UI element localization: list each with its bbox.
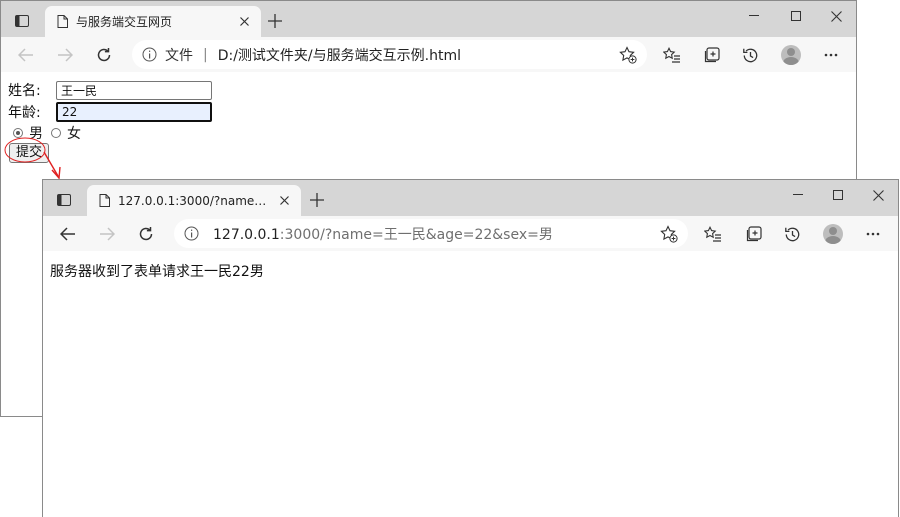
back-button[interactable] <box>54 220 82 248</box>
tab-close-button[interactable] <box>275 192 293 210</box>
tab-strip: 与服务端交互网页 <box>1 1 856 37</box>
minimize-button[interactable] <box>777 180 819 210</box>
front-browser-window: 127.0.0.1:3000/?name=王一民&age=22&sex=男 <box>42 179 899 517</box>
arrow-left-icon <box>60 227 75 241</box>
collections-button[interactable] <box>739 220 767 248</box>
star-add-icon <box>619 46 637 64</box>
favorites-button[interactable] <box>699 220 727 248</box>
age-label: 年龄: <box>8 105 41 121</box>
name-input[interactable] <box>56 80 212 100</box>
close-icon <box>279 196 289 205</box>
page-content: 服务器收到了表单请求王一民22男 <box>43 251 898 517</box>
file-label: 文件 <box>165 47 193 64</box>
close-window-button[interactable] <box>857 180 898 210</box>
radio-female[interactable] <box>51 128 61 138</box>
info-icon <box>184 226 199 241</box>
tab-actions-button[interactable] <box>49 186 79 214</box>
history-icon <box>784 227 799 241</box>
name-label: 姓名: <box>8 83 41 99</box>
tab-title: 127.0.0.1:3000/?name=王一民&age=22&sex=男 <box>118 194 275 208</box>
name-row: 姓名: <box>8 80 212 100</box>
more-icon <box>824 53 838 57</box>
favorites-icon <box>663 47 680 63</box>
add-favorite-button[interactable] <box>658 223 680 245</box>
url-path: :3000/?name=王一民&age=22&sex=男 <box>279 226 553 243</box>
minimize-button[interactable] <box>733 1 775 31</box>
refresh-icon <box>97 48 111 62</box>
collections-icon <box>746 225 762 241</box>
back-button[interactable] <box>12 41 40 69</box>
age-row: 年龄: <box>8 102 212 122</box>
tab-strip: 127.0.0.1:3000/?name=王一民&age=22&sex=男 <box>43 180 898 216</box>
add-favorite-button[interactable] <box>617 44 639 66</box>
tab-actions-button[interactable] <box>7 7 37 35</box>
favorites-button[interactable] <box>658 41 686 69</box>
radio-male-label: 男 <box>29 126 43 142</box>
tab-active[interactable]: 127.0.0.1:3000/?name=王一民&age=22&sex=男 <box>87 185 301 216</box>
maximize-icon <box>791 11 801 21</box>
profile-button[interactable] <box>777 41 805 69</box>
collections-button[interactable] <box>697 41 725 69</box>
settings-more-button[interactable] <box>859 220 887 248</box>
more-icon <box>866 232 880 236</box>
server-response-text: 服务器收到了表单请求王一民22男 <box>50 264 264 280</box>
tab-title: 与服务端交互网页 <box>76 15 173 29</box>
toolbar: 文件 | D:/测试文件夹/与服务端交互示例.html <box>1 37 856 73</box>
profile-button[interactable] <box>819 220 847 248</box>
arrow-right-icon <box>100 227 115 241</box>
collections-icon <box>704 46 720 62</box>
favorites-icon <box>704 226 721 242</box>
history-icon <box>742 48 757 62</box>
avatar <box>781 45 801 65</box>
refresh-button[interactable] <box>90 41 118 69</box>
history-button[interactable] <box>778 220 806 248</box>
settings-more-button[interactable] <box>817 41 845 69</box>
plus-icon <box>268 14 282 28</box>
close-icon <box>239 17 249 26</box>
sex-row: 男 女 <box>13 123 89 143</box>
toolbar: 127.0.0.1:3000/?name=王一民&age=22&sex=男 <box>43 216 898 252</box>
radio-male[interactable] <box>13 128 23 138</box>
tab-actions-icon <box>15 15 29 27</box>
arrow-left-icon <box>18 48 33 62</box>
avatar <box>823 224 843 244</box>
url-text: D:/测试文件夹/与服务端交互示例.html <box>217 47 461 64</box>
tab-close-button[interactable] <box>235 13 253 31</box>
info-icon <box>142 47 157 62</box>
refresh-icon <box>139 227 153 241</box>
radio-female-label: 女 <box>67 126 81 142</box>
minimize-icon <box>749 15 759 16</box>
new-tab-button[interactable] <box>263 9 287 33</box>
tab-actions-icon <box>57 194 71 206</box>
maximize-button[interactable] <box>817 180 859 210</box>
arrow-right-icon <box>58 48 73 62</box>
history-button[interactable] <box>736 41 764 69</box>
forward-button[interactable] <box>51 41 79 69</box>
new-tab-button[interactable] <box>305 188 329 212</box>
submit-button[interactable]: 提交 <box>9 143 50 163</box>
close-icon <box>830 10 842 22</box>
minimize-icon <box>793 194 803 195</box>
address-bar[interactable]: 文件 | D:/测试文件夹/与服务端交互示例.html <box>132 40 647 69</box>
close-window-button[interactable] <box>815 1 856 31</box>
plus-icon <box>310 193 324 207</box>
star-add-icon <box>660 225 678 243</box>
tab-active[interactable]: 与服务端交互网页 <box>45 6 261 37</box>
page-icon <box>57 15 68 28</box>
close-icon <box>872 189 884 201</box>
page-icon <box>99 194 110 207</box>
maximize-button[interactable] <box>775 1 817 31</box>
maximize-icon <box>833 190 843 200</box>
refresh-button[interactable] <box>132 220 160 248</box>
url-host: 127.0.0.1 <box>213 226 280 243</box>
address-bar[interactable]: 127.0.0.1:3000/?name=王一民&age=22&sex=男 <box>174 219 688 248</box>
forward-button[interactable] <box>93 220 121 248</box>
age-input[interactable] <box>56 102 212 122</box>
url-text: 127.0.0.1:3000/?name=王一民&age=22&sex=男 <box>213 224 553 244</box>
address-separator: | <box>203 46 208 63</box>
